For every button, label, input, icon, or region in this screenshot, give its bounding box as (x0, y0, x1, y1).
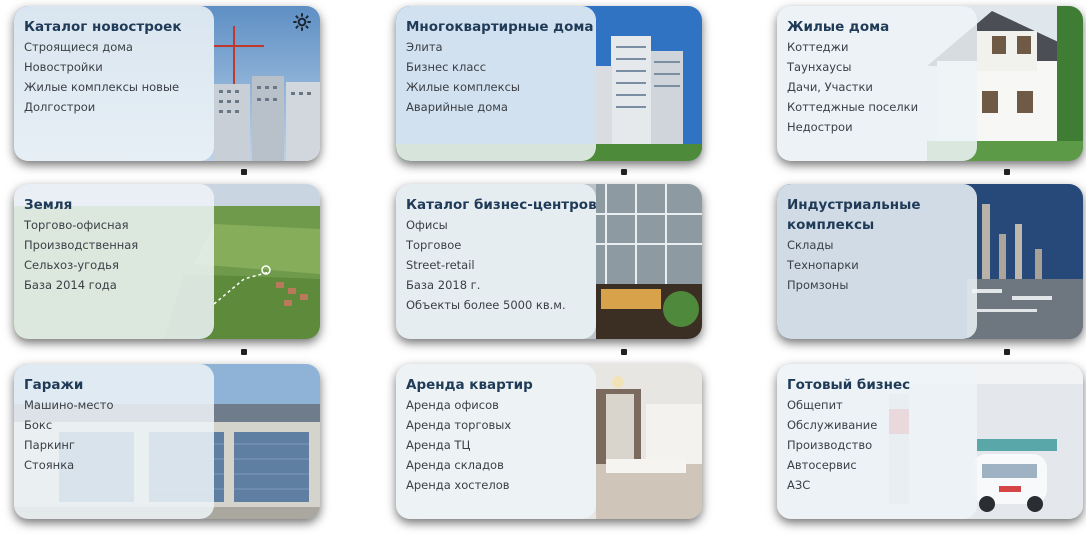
card-link[interactable]: Бокс (24, 415, 204, 435)
card-link[interactable]: Торгово-офисная (24, 215, 204, 235)
card-link[interactable]: Торговое (406, 235, 586, 255)
card-link[interactable]: Общепит (787, 395, 967, 415)
card-text-panel: Каталог бизнес-центров Офисы Торговое St… (396, 184, 597, 339)
card-link[interactable]: Элита (406, 37, 586, 57)
category-card-houses[interactable]: Жилые дома Коттеджи Таунхаусы Дачи, Учас… (777, 6, 1083, 161)
card-text-panel: Аренда квартир Аренда офисов Аренда торг… (396, 364, 596, 519)
divider-dot (241, 349, 247, 355)
card-text-panel: Индустриальные комплексы Склады Технопар… (777, 184, 977, 339)
category-card-land[interactable]: Земля Торгово-офисная Производственная С… (14, 184, 320, 339)
card-title[interactable]: Многоквартирные дома (406, 17, 594, 37)
category-card-new-buildings[interactable]: Каталог новостроек Строящиеся дома Новос… (14, 6, 320, 161)
card-link[interactable]: Производство (787, 435, 967, 455)
card-text-panel: Жилые дома Коттеджи Таунхаусы Дачи, Учас… (777, 6, 977, 161)
card-link[interactable]: Бизнес класс (406, 57, 586, 77)
category-card-apartment-rent[interactable]: Аренда квартир Аренда офисов Аренда торг… (396, 364, 702, 519)
card-link[interactable]: Аренда ТЦ (406, 435, 586, 455)
card-text-panel: Многоквартирные дома Элита Бизнес класс … (396, 6, 596, 161)
card-link[interactable]: Стоянка (24, 455, 204, 475)
card-title[interactable]: Готовый бизнес (787, 375, 967, 395)
card-text-panel: Каталог новостроек Строящиеся дома Новос… (14, 6, 214, 161)
card-link[interactable]: Автосервис (787, 455, 967, 475)
divider-dot (241, 169, 247, 175)
card-link[interactable]: Street-retail (406, 255, 586, 275)
card-title[interactable]: Аренда квартир (406, 375, 586, 395)
card-title[interactable]: Жилые дома (787, 17, 967, 37)
card-title[interactable]: Земля (24, 195, 204, 215)
category-card-apartment-buildings[interactable]: Многоквартирные дома Элита Бизнес класс … (396, 6, 702, 161)
category-card-ready-business[interactable]: Готовый бизнес Общепит Обслуживание Прои… (777, 364, 1083, 519)
category-card-garages[interactable]: Гаражи Машино-место Бокс Паркинг Стоянка (14, 364, 320, 519)
card-link[interactable]: Долгострои (24, 97, 204, 117)
card-link[interactable]: Аренда офисов (406, 395, 586, 415)
card-link[interactable]: Производственная (24, 235, 204, 255)
card-link[interactable]: Недострои (787, 117, 967, 137)
card-link[interactable]: Паркинг (24, 435, 204, 455)
divider-dot (1004, 169, 1010, 175)
card-text-panel: Готовый бизнес Общепит Обслуживание Прои… (777, 364, 977, 519)
card-link[interactable]: Аренда складов (406, 455, 586, 475)
card-link[interactable]: Жилые комплексы новые (24, 77, 204, 97)
card-text-panel: Земля Торгово-офисная Производственная С… (14, 184, 214, 339)
card-link[interactable]: АЗС (787, 475, 967, 495)
card-title[interactable]: Гаражи (24, 375, 204, 395)
card-link[interactable]: Сельхоз-угодья (24, 255, 204, 275)
card-title[interactable]: Каталог новостроек (24, 17, 204, 37)
gear-icon[interactable] (292, 12, 312, 32)
divider-dot (621, 169, 627, 175)
card-link[interactable]: Жилые комплексы (406, 77, 586, 97)
card-link[interactable]: Коттеджи (787, 37, 967, 57)
card-link[interactable]: Промзоны (787, 275, 967, 295)
card-link[interactable]: Коттеджные поселки (787, 97, 967, 117)
card-link[interactable]: База 2018 г. (406, 275, 586, 295)
card-title[interactable]: Каталог бизнес-центров (406, 195, 597, 215)
divider-dot (621, 349, 627, 355)
card-link[interactable]: Склады (787, 235, 967, 255)
card-link[interactable]: Новостройки (24, 57, 204, 77)
card-link[interactable]: Технопарки (787, 255, 967, 275)
card-link[interactable]: Аренда хостелов (406, 475, 586, 495)
divider-dot (1004, 349, 1010, 355)
card-link[interactable]: Таунхаусы (787, 57, 967, 77)
card-link[interactable]: Обслуживание (787, 415, 967, 435)
card-link[interactable]: База 2014 года (24, 275, 204, 295)
card-link[interactable]: Машино-место (24, 395, 204, 415)
card-link[interactable]: Дачи, Участки (787, 77, 967, 97)
card-link[interactable]: Аренда торговых (406, 415, 586, 435)
card-text-panel: Гаражи Машино-место Бокс Паркинг Стоянка (14, 364, 214, 519)
card-link[interactable]: Строящиеся дома (24, 37, 204, 57)
category-card-industrial[interactable]: Индустриальные комплексы Склады Технопар… (777, 184, 1083, 339)
card-link[interactable]: Аварийные дома (406, 97, 586, 117)
card-link[interactable]: Офисы (406, 215, 586, 235)
card-link[interactable]: Объекты более 5000 кв.м. (406, 295, 586, 315)
card-title[interactable]: Индустриальные комплексы (787, 195, 977, 235)
category-card-business-centers[interactable]: Каталог бизнес-центров Офисы Торговое St… (396, 184, 702, 339)
